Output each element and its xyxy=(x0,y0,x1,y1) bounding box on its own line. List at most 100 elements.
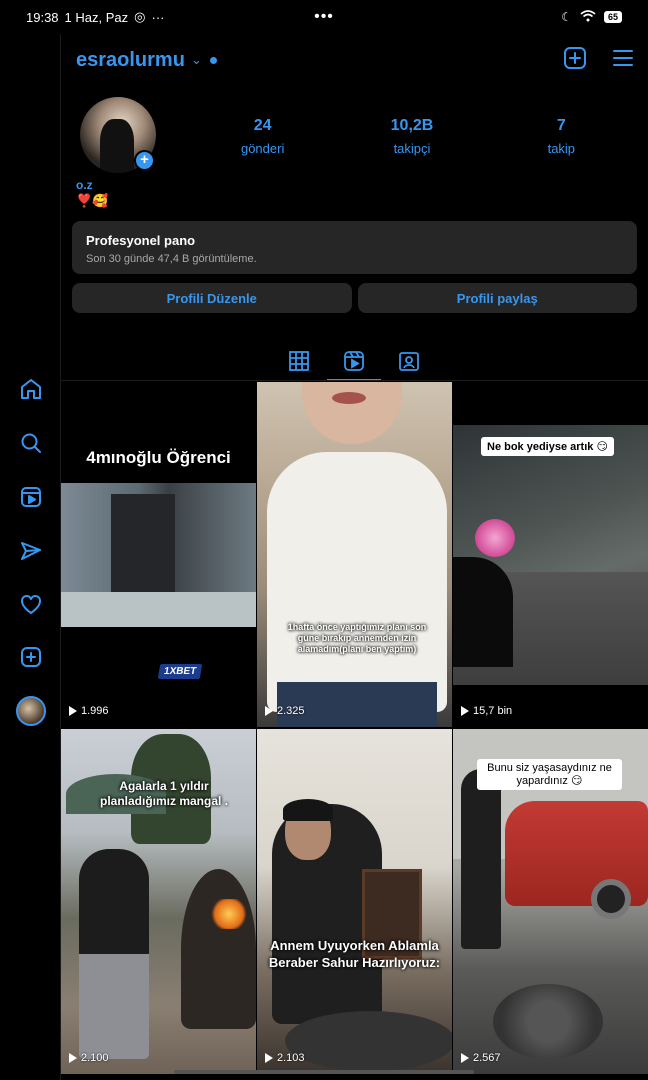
reel-image-detail xyxy=(493,984,603,1059)
reel-image-detail xyxy=(61,592,256,627)
view-count: 2.103 xyxy=(265,1052,305,1064)
notification-dot xyxy=(209,56,217,64)
status-bar: 19:38 1 Haz, Paz ◎ ··· ••• ☾ 65 xyxy=(0,0,648,34)
moon-icon: ☾ xyxy=(561,10,572,24)
reel-title: 4mınoğlu Öğrenci xyxy=(86,448,231,467)
play-icon xyxy=(265,706,273,716)
reel-image-detail xyxy=(181,869,256,1029)
reels-icon[interactable] xyxy=(18,484,44,510)
status-left: 19:38 1 Haz, Paz ◎ ··· xyxy=(26,9,164,25)
status-center-dots: ••• xyxy=(314,8,334,25)
chevron-down-icon[interactable]: ⌄ xyxy=(191,52,202,68)
battery-icon: 65 xyxy=(603,11,622,23)
stat-following[interactable]: 7 takip xyxy=(487,117,636,156)
stat-label: takipçi xyxy=(393,141,431,156)
sponsor-logo: 1XBET xyxy=(157,664,203,679)
view-count: 2.325 xyxy=(265,705,305,717)
reel-caption: Ne bok yediyse artık 😏 xyxy=(481,437,614,456)
reel-image-detail xyxy=(211,899,247,929)
heart-icon[interactable] xyxy=(18,592,44,618)
reel-image-detail xyxy=(475,519,515,557)
reel-caption: Bunu siz yaşasaydınız ne yapardınız 😏 xyxy=(477,759,622,790)
profile-bio: ❣️🥰 xyxy=(76,193,109,208)
status-time: 19:38 xyxy=(26,9,59,25)
profile-actions: Profili Düzenle Profili paylaş xyxy=(72,283,637,313)
view-count-text: 15,7 bin xyxy=(473,705,513,717)
status-date: 1 Haz, Paz xyxy=(64,9,129,25)
reel-caption: 1hafta önce yaptığımız planı son güne bı… xyxy=(287,622,427,654)
reels-grid: 4mınoğlu Öğrenci 1XBET 1.996 1hafta önce… xyxy=(61,382,648,1074)
profile-fullname: o.z xyxy=(76,178,93,192)
search-icon[interactable] xyxy=(18,430,44,456)
profile-header: esraolurmu ⌄ xyxy=(76,44,636,76)
tab-tagged[interactable] xyxy=(381,340,436,381)
play-icon xyxy=(69,706,77,716)
stat-label: takip xyxy=(547,141,576,156)
status-right: ☾ 65 xyxy=(561,9,622,25)
dashboard-subtitle: Son 30 günde 47,4 B görüntüleme. xyxy=(86,253,257,265)
header-actions xyxy=(562,45,636,76)
reel-image-detail xyxy=(283,799,333,821)
reel-caption: Agalarla 1 yıldır planladığımız mangal . xyxy=(99,779,229,808)
profile-avatar-nav[interactable] xyxy=(16,696,46,726)
reels-tab-icon xyxy=(344,350,364,371)
share-profile-button[interactable]: Profili paylaş xyxy=(357,283,637,313)
view-count: 1.996 xyxy=(69,705,109,717)
view-count: 15,7 bin xyxy=(461,705,512,717)
play-icon xyxy=(461,706,469,716)
edit-profile-button[interactable]: Profili Düzenle xyxy=(72,283,352,313)
username[interactable]: esraolurmu xyxy=(76,49,185,72)
reel-thumbnail[interactable]: Ne bok yediyse artık 😏 15,7 bin xyxy=(453,382,648,727)
tagged-icon xyxy=(398,351,419,371)
sidebar xyxy=(0,34,61,1080)
view-count-text: 1.996 xyxy=(81,705,109,717)
status-more: ··· xyxy=(151,9,165,25)
stat-value: 7 xyxy=(556,117,566,134)
play-icon xyxy=(69,1053,77,1063)
reel-thumbnail[interactable]: Agalarla 1 yıldır planladığımız mangal .… xyxy=(61,729,256,1074)
dashboard-title: Profesyonel pano xyxy=(86,233,196,248)
reel-image-detail xyxy=(591,879,631,919)
send-icon[interactable] xyxy=(18,538,44,564)
gesture-bar[interactable] xyxy=(174,1070,474,1074)
profile-stats: 24 gönderi 10,2B takipçi 7 takip xyxy=(188,117,636,156)
reel-thumbnail[interactable]: 1hafta önce yaptığımız planı son güne bı… xyxy=(257,382,452,727)
menu-icon[interactable] xyxy=(610,45,636,76)
reel-image-detail xyxy=(461,769,501,949)
reel-thumbnail[interactable]: 4mınoğlu Öğrenci 1XBET 1.996 xyxy=(61,382,256,727)
reel-image xyxy=(267,452,447,712)
reel-thumbnail[interactable]: Annem Uyuyorken Ablamla Beraber Sahur Ha… xyxy=(257,729,452,1074)
stat-value: 10,2B xyxy=(390,117,434,134)
stat-posts[interactable]: 24 gönderi xyxy=(188,117,337,156)
view-count-text: 2.103 xyxy=(277,1052,305,1064)
view-count: 2.567 xyxy=(461,1052,501,1064)
grid-icon xyxy=(289,350,310,371)
reel-image-detail xyxy=(285,1011,452,1071)
home-icon[interactable] xyxy=(18,376,44,402)
view-count-text: 2.567 xyxy=(473,1052,501,1064)
tab-reels[interactable] xyxy=(326,340,382,381)
stat-value: 24 xyxy=(253,117,272,134)
stat-followers[interactable]: 10,2B takipçi xyxy=(337,117,486,156)
wifi-icon xyxy=(580,9,596,25)
tabs-divider xyxy=(61,380,648,381)
profile-tabs xyxy=(272,340,436,381)
reel-image-detail xyxy=(79,849,149,1059)
reel-image-detail xyxy=(332,392,366,404)
professional-dashboard[interactable]: Profesyonel pano Son 30 günde 47,4 B gör… xyxy=(72,221,637,274)
reel-thumbnail[interactable]: Bunu siz yaşasaydınız ne yapardınız 😏 2.… xyxy=(453,729,648,1074)
add-post-icon[interactable] xyxy=(562,45,588,76)
add-story-icon[interactable]: + xyxy=(134,150,155,171)
create-icon[interactable] xyxy=(18,644,44,670)
play-icon xyxy=(265,1053,273,1063)
tab-posts[interactable] xyxy=(272,340,327,381)
view-count-text: 2.325 xyxy=(277,705,305,717)
whatsapp-icon: ◎ xyxy=(134,9,146,24)
reel-image-detail xyxy=(111,494,175,606)
play-icon xyxy=(461,1053,469,1063)
reel-image-detail xyxy=(453,557,513,667)
view-count-text: 2.100 xyxy=(81,1052,109,1064)
view-count: 2.100 xyxy=(69,1052,109,1064)
stat-label: gönderi xyxy=(240,141,285,156)
reel-caption: Annem Uyuyorken Ablamla Beraber Sahur Ha… xyxy=(268,938,441,970)
